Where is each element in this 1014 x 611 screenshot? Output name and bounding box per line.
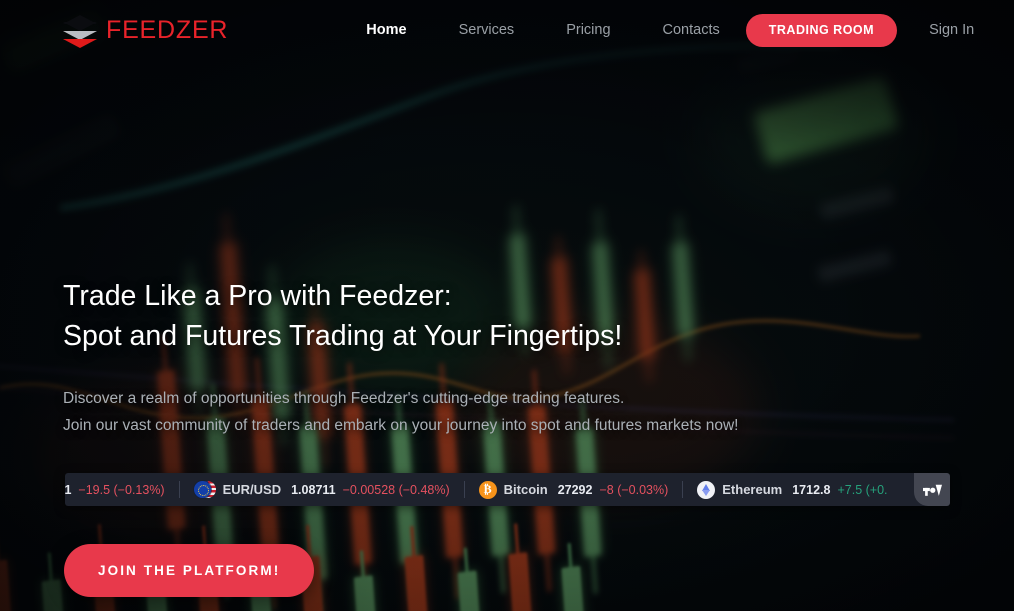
ticker-tape-widget[interactable]: 0 15458.1 −19.5 (−0.13%) EUR/USD 1.08711… — [65, 473, 950, 506]
ticker-symbol: Bitcoin — [503, 482, 548, 497]
eu-flag-icon — [193, 480, 211, 498]
ticker-item-bitcoin[interactable]: ₿ Bitcoin 27292 −8 (−0.03%) — [465, 473, 683, 506]
ticker-symbol: EUR/USD — [222, 482, 282, 497]
ticker-change: −0.00528 (−0.48%) — [342, 482, 450, 497]
ethereum-icon — [697, 480, 716, 499]
ticker-change: −19.5 (−0.13%) — [78, 482, 165, 497]
hero-subtitle: Discover a realm of opportunities throug… — [63, 385, 738, 439]
nav-item-services[interactable]: Services — [433, 22, 541, 38]
ticker-last-price: 27292 — [557, 482, 593, 497]
hero-title-line-2: Spot and Futures Trading at Your Fingert… — [63, 320, 623, 352]
brand-name: FEEDZER — [106, 15, 229, 44]
layers-icon — [63, 14, 97, 48]
bitcoin-icon: ₿ — [478, 480, 497, 499]
hero-section: Trade Like a Pro with Feedzer: Spot and … — [0, 0, 1014, 611]
hero-title-line-1: Trade Like a Pro with Feedzer: — [63, 280, 452, 312]
ticker-last-price: 1712.8 — [792, 482, 831, 497]
trading-room-button[interactable]: TRADING ROOM — [745, 13, 898, 47]
sign-in-link[interactable]: Sign In — [929, 22, 974, 38]
ticker-last-price: 15458.1 — [65, 482, 72, 497]
ticker-symbol: Ethereum — [722, 482, 783, 497]
ticker-item-ethereum[interactable]: Ethereum 1712.8 +7.5 (+0. — [683, 473, 901, 506]
hero-subtitle-line-1: Discover a realm of opportunities throug… — [63, 390, 625, 407]
tradingview-logo-icon[interactable] — [914, 473, 950, 506]
ticker-item-eurusd[interactable]: EUR/USD 1.08711 −0.00528 (−0.48%) — [180, 473, 464, 506]
header-actions: TRADING ROOM Sign In — [745, 13, 974, 47]
ticker-change: +7.5 (+0. — [837, 482, 888, 497]
site-header: FEEDZER Home Services Pricing Contacts T… — [0, 0, 1014, 60]
eurusd-flags-icon — [193, 480, 216, 499]
brand-logo[interactable]: FEEDZER — [63, 14, 229, 48]
hero-title: Trade Like a Pro with Feedzer: Spot and … — [63, 276, 622, 356]
nav-item-contacts[interactable]: Contacts — [637, 22, 746, 38]
join-platform-button[interactable]: JOIN THE PLATFORM! — [64, 544, 315, 597]
ticker-change: −8 (−0.03%) — [599, 482, 669, 497]
hero-subtitle-line-2: Join our vast community of traders and e… — [63, 417, 739, 434]
main-navigation: Home Services Pricing Contacts — [340, 22, 745, 38]
landing-page: FEEDZER Home Services Pricing Contacts T… — [0, 0, 1014, 611]
ticker-item-truncated[interactable]: 0 15458.1 −19.5 (−0.13%) — [65, 473, 179, 506]
nav-item-pricing[interactable]: Pricing — [540, 22, 636, 38]
nav-item-home[interactable]: Home — [340, 22, 432, 38]
ticker-last-price: 1.08711 — [291, 482, 336, 497]
ticker-tape-track: 0 15458.1 −19.5 (−0.13%) EUR/USD 1.08711… — [65, 473, 902, 506]
